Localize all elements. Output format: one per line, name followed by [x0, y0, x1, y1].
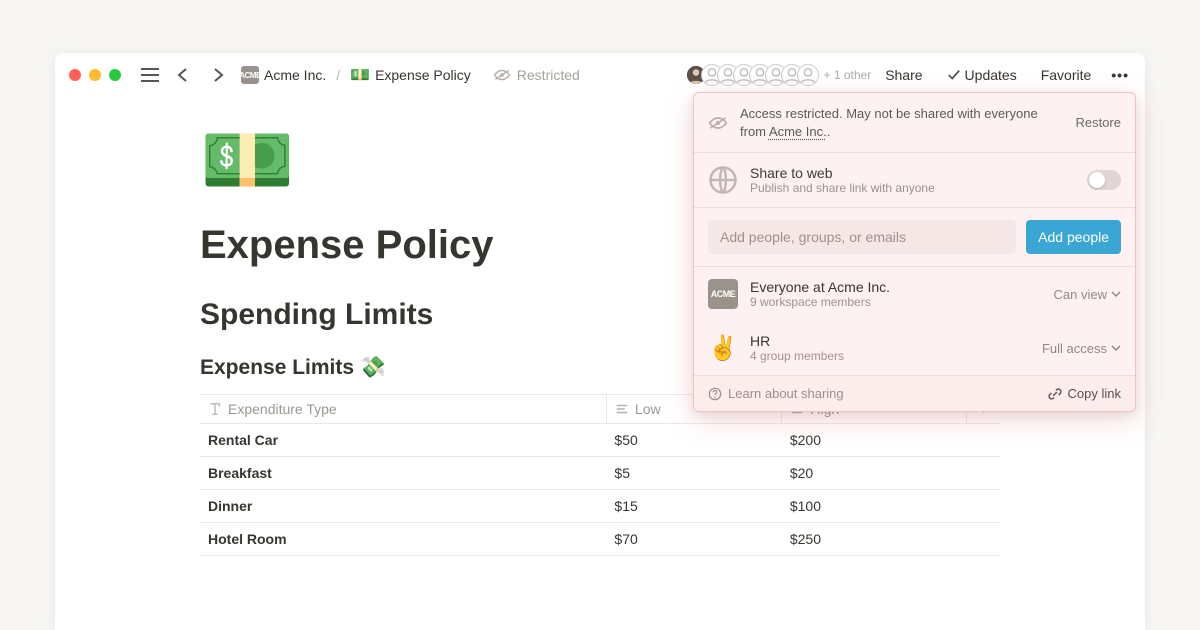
entity-name: HR [750, 333, 1030, 349]
help-icon [708, 387, 722, 401]
column-label: Expenditure Type [228, 401, 337, 417]
back-button[interactable] [169, 64, 199, 86]
invite-row: Add people [694, 207, 1135, 266]
share-button[interactable]: Share [875, 63, 932, 87]
breadcrumb-separator: / [336, 67, 340, 83]
window-controls[interactable] [69, 69, 121, 81]
group-icon: ✌️ [708, 334, 738, 363]
minimize-window-icon[interactable] [89, 69, 101, 81]
chevron-down-icon [1111, 289, 1121, 299]
more-menu-button[interactable]: ••• [1105, 65, 1135, 85]
permission-dropdown[interactable]: Can view [1054, 287, 1121, 302]
column-header-type[interactable]: Expenditure Type [200, 395, 606, 424]
workspace-icon: ACME [241, 66, 259, 84]
page-icon-small: 💵 [350, 65, 370, 85]
breadcrumb-workspace[interactable]: ACME Acme Inc. [237, 64, 330, 86]
avatars-overflow[interactable]: + 1 other [823, 68, 871, 82]
restricted-indicator: Restricted [493, 67, 580, 83]
cell-low[interactable]: $70 [606, 523, 781, 556]
restricted-banner: Access restricted. May not be shared wit… [694, 93, 1135, 152]
breadcrumb: ACME Acme Inc. / 💵 Expense Policy [237, 63, 475, 87]
share-web-subtitle: Publish and share link with anyone [750, 181, 1075, 195]
entity-subtext: 9 workspace members [750, 295, 1042, 309]
copy-link-button[interactable]: Copy link [1048, 386, 1121, 401]
expense-limits-table: Expenditure Type Low High [200, 394, 1000, 556]
updates-label: Updates [965, 67, 1017, 83]
cell-low[interactable]: $15 [606, 490, 781, 523]
table-row[interactable]: Hotel Room$70$250 [200, 523, 1000, 556]
check-icon [947, 68, 961, 82]
restricted-label: Restricted [517, 67, 580, 83]
maximize-window-icon[interactable] [109, 69, 121, 81]
avatar[interactable] [797, 64, 819, 86]
globe-icon [708, 165, 738, 195]
favorite-button[interactable]: Favorite [1031, 63, 1102, 87]
org-icon: ACME [708, 279, 738, 309]
share-entity-row: ✌️ HR4 group members Full access [694, 321, 1135, 375]
cell-low[interactable]: $5 [606, 457, 781, 490]
cell-high[interactable]: $250 [782, 523, 966, 556]
restricted-message: Access restricted. May not be shared wit… [740, 105, 1063, 140]
share-to-web-row: Share to web Publish and share link with… [694, 152, 1135, 207]
learn-label: Learn about sharing [728, 386, 844, 401]
share-web-toggle[interactable] [1087, 170, 1121, 190]
add-people-button[interactable]: Add people [1026, 220, 1121, 254]
table-row[interactable]: Dinner$15$100 [200, 490, 1000, 523]
cell-type[interactable]: Dinner [200, 490, 606, 523]
cell-high[interactable]: $100 [782, 490, 966, 523]
entity-name: Everyone at Acme Inc. [750, 279, 1042, 295]
close-window-icon[interactable] [69, 69, 81, 81]
cell-high[interactable]: $20 [782, 457, 966, 490]
eye-off-icon [493, 68, 511, 82]
table-row[interactable]: Breakfast$5$20 [200, 457, 1000, 490]
share-web-title: Share to web [750, 165, 1075, 181]
cell-type[interactable]: Breakfast [200, 457, 606, 490]
table-row[interactable]: Rental Car$50$200 [200, 424, 1000, 457]
updates-button[interactable]: Updates [937, 63, 1027, 87]
copy-link-label: Copy link [1068, 386, 1121, 401]
permission-dropdown[interactable]: Full access [1042, 341, 1121, 356]
workspace-name: Acme Inc. [264, 67, 326, 83]
forward-button[interactable] [203, 64, 233, 86]
menu-icon[interactable] [135, 64, 165, 86]
text-type-icon [208, 402, 222, 416]
workspace-link[interactable]: Acme Inc. [769, 124, 827, 139]
invite-input[interactable] [708, 220, 1016, 254]
cell-low[interactable]: $50 [606, 424, 781, 457]
restore-button[interactable]: Restore [1075, 115, 1121, 130]
breadcrumb-page[interactable]: 💵 Expense Policy [346, 63, 475, 87]
learn-sharing-link[interactable]: Learn about sharing [708, 386, 844, 401]
cell-high[interactable]: $200 [782, 424, 966, 457]
breadcrumb-page-name: Expense Policy [375, 67, 471, 83]
cell-type[interactable]: Rental Car [200, 424, 606, 457]
number-type-icon [615, 402, 629, 416]
collaborator-avatars[interactable]: + 1 other [685, 64, 871, 86]
link-icon [1048, 387, 1062, 401]
column-label: Low [635, 401, 661, 417]
eye-off-icon [708, 115, 728, 131]
chevron-down-icon [1111, 343, 1121, 353]
share-entity-row: ACME Everyone at Acme Inc.9 workspace mem… [694, 266, 1135, 321]
cell-type[interactable]: Hotel Room [200, 523, 606, 556]
entity-subtext: 4 group members [750, 349, 1030, 363]
share-popover: Access restricted. May not be shared wit… [693, 92, 1136, 412]
